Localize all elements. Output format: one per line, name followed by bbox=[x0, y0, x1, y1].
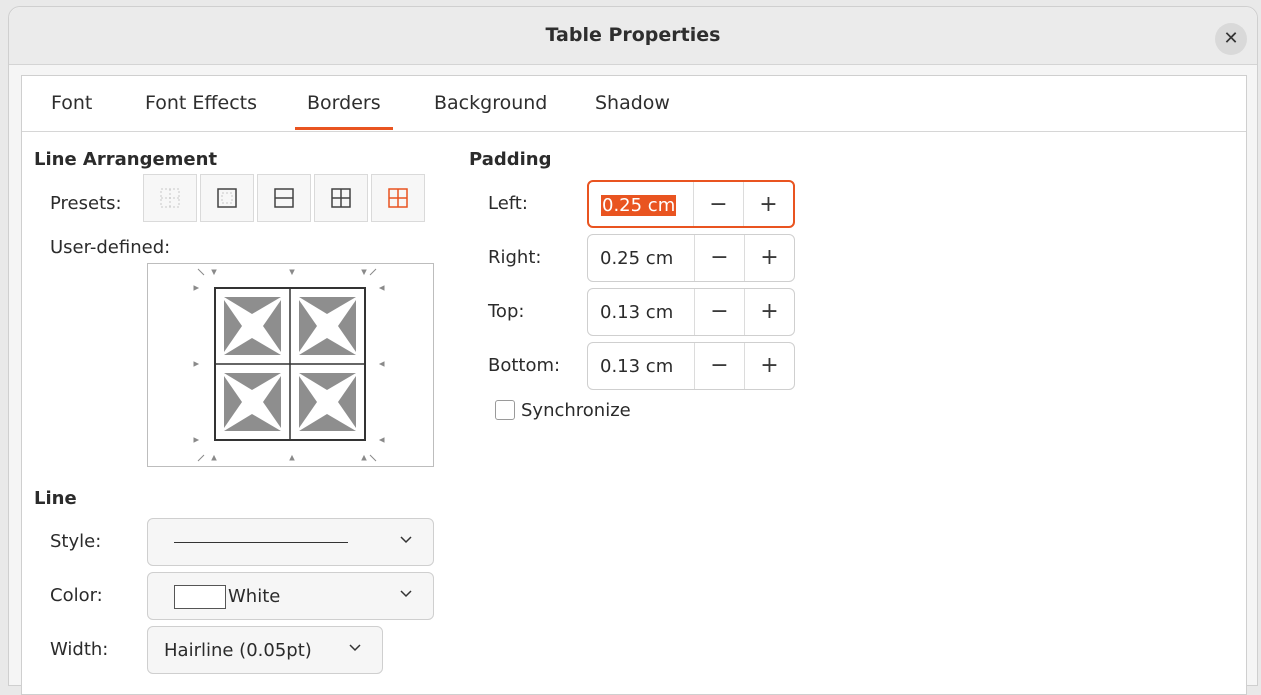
padding-right-label: Right: bbox=[488, 247, 542, 268]
user-defined-border-editor[interactable] bbox=[147, 263, 434, 467]
padding-left-input[interactable]: 0.25 cm bbox=[601, 195, 677, 216]
padding-top-increment[interactable]: + bbox=[744, 289, 794, 335]
padding-top-label: Top: bbox=[488, 301, 525, 322]
outer-keep-inner-icon bbox=[388, 188, 408, 208]
style-label: Style: bbox=[50, 531, 102, 552]
tab-background[interactable]: Background bbox=[434, 92, 547, 114]
outer-horizontal-icon bbox=[274, 188, 294, 208]
tab-borders[interactable]: Borders bbox=[295, 92, 393, 130]
padding-left-spinbox[interactable]: 0.25 cm − + bbox=[587, 180, 795, 228]
preset-outer-border[interactable] bbox=[200, 174, 254, 222]
preset-all-borders[interactable] bbox=[314, 174, 368, 222]
padding-bottom-decrement[interactable]: − bbox=[694, 343, 744, 389]
line-arrangement-heading: Line Arrangement bbox=[34, 149, 218, 170]
padding-top-input[interactable]: 0.13 cm bbox=[600, 302, 673, 323]
chevron-down-icon bbox=[400, 590, 412, 598]
close-icon: ✕ bbox=[1223, 28, 1239, 49]
color-label: Color: bbox=[50, 585, 103, 606]
synchronize-label[interactable]: Synchronize bbox=[521, 400, 631, 421]
width-label: Width: bbox=[50, 639, 109, 660]
line-style-dropdown[interactable] bbox=[147, 518, 434, 566]
padding-top-decrement[interactable]: − bbox=[694, 289, 744, 335]
padding-top-spinbox[interactable]: 0.13 cm − + bbox=[587, 288, 795, 336]
padding-left-label: Left: bbox=[488, 193, 528, 214]
color-swatch bbox=[174, 585, 226, 609]
width-value: Hairline (0.05pt) bbox=[164, 640, 312, 661]
solid-line-preview bbox=[174, 542, 348, 543]
padding-bottom-label: Bottom: bbox=[488, 355, 561, 376]
tab-font-effects[interactable]: Font Effects bbox=[145, 92, 257, 114]
padding-right-spinbox[interactable]: 0.25 cm − + bbox=[587, 234, 795, 282]
table-properties-dialog: Table Properties ✕ Font Font Effects Bor… bbox=[8, 6, 1258, 695]
title-bar: Table Properties ✕ bbox=[9, 7, 1257, 65]
border-frame-preview bbox=[193, 268, 385, 462]
line-color-dropdown[interactable]: White bbox=[147, 572, 434, 620]
preset-outer-horizontal[interactable] bbox=[257, 174, 311, 222]
tab-bar: Font Font Effects Borders Background Sha… bbox=[22, 76, 1246, 132]
padding-right-input[interactable]: 0.25 cm bbox=[600, 248, 673, 269]
line-width-dropdown[interactable]: Hairline (0.05pt) bbox=[147, 626, 383, 674]
tab-notebook: Font Font Effects Borders Background Sha… bbox=[21, 75, 1247, 695]
synchronize-checkbox[interactable] bbox=[495, 400, 515, 420]
preset-outer-keep-inner[interactable] bbox=[371, 174, 425, 222]
preset-no-borders[interactable] bbox=[143, 174, 197, 222]
padding-bottom-input[interactable]: 0.13 cm bbox=[600, 356, 673, 377]
padding-left-decrement[interactable]: − bbox=[693, 182, 743, 226]
padding-right-increment[interactable]: + bbox=[744, 235, 794, 281]
no-borders-icon bbox=[160, 188, 180, 208]
all-borders-icon bbox=[331, 188, 351, 208]
padding-left-increment[interactable]: + bbox=[743, 182, 793, 226]
close-button[interactable]: ✕ bbox=[1215, 23, 1247, 55]
outer-border-icon bbox=[217, 188, 237, 208]
chevron-down-icon bbox=[400, 536, 412, 544]
line-heading: Line bbox=[34, 488, 77, 509]
chevron-down-icon bbox=[349, 644, 361, 652]
tab-font[interactable]: Font bbox=[51, 92, 92, 114]
padding-bottom-increment[interactable]: + bbox=[744, 343, 794, 389]
presets-label: Presets: bbox=[50, 193, 122, 214]
padding-right-decrement[interactable]: − bbox=[694, 235, 744, 281]
padding-bottom-spinbox[interactable]: 0.13 cm − + bbox=[587, 342, 795, 390]
user-defined-label: User-defined: bbox=[50, 237, 171, 258]
padding-heading: Padding bbox=[469, 149, 552, 170]
dialog-title: Table Properties bbox=[545, 24, 721, 46]
tab-shadow[interactable]: Shadow bbox=[595, 92, 670, 114]
color-value: White bbox=[228, 586, 281, 607]
